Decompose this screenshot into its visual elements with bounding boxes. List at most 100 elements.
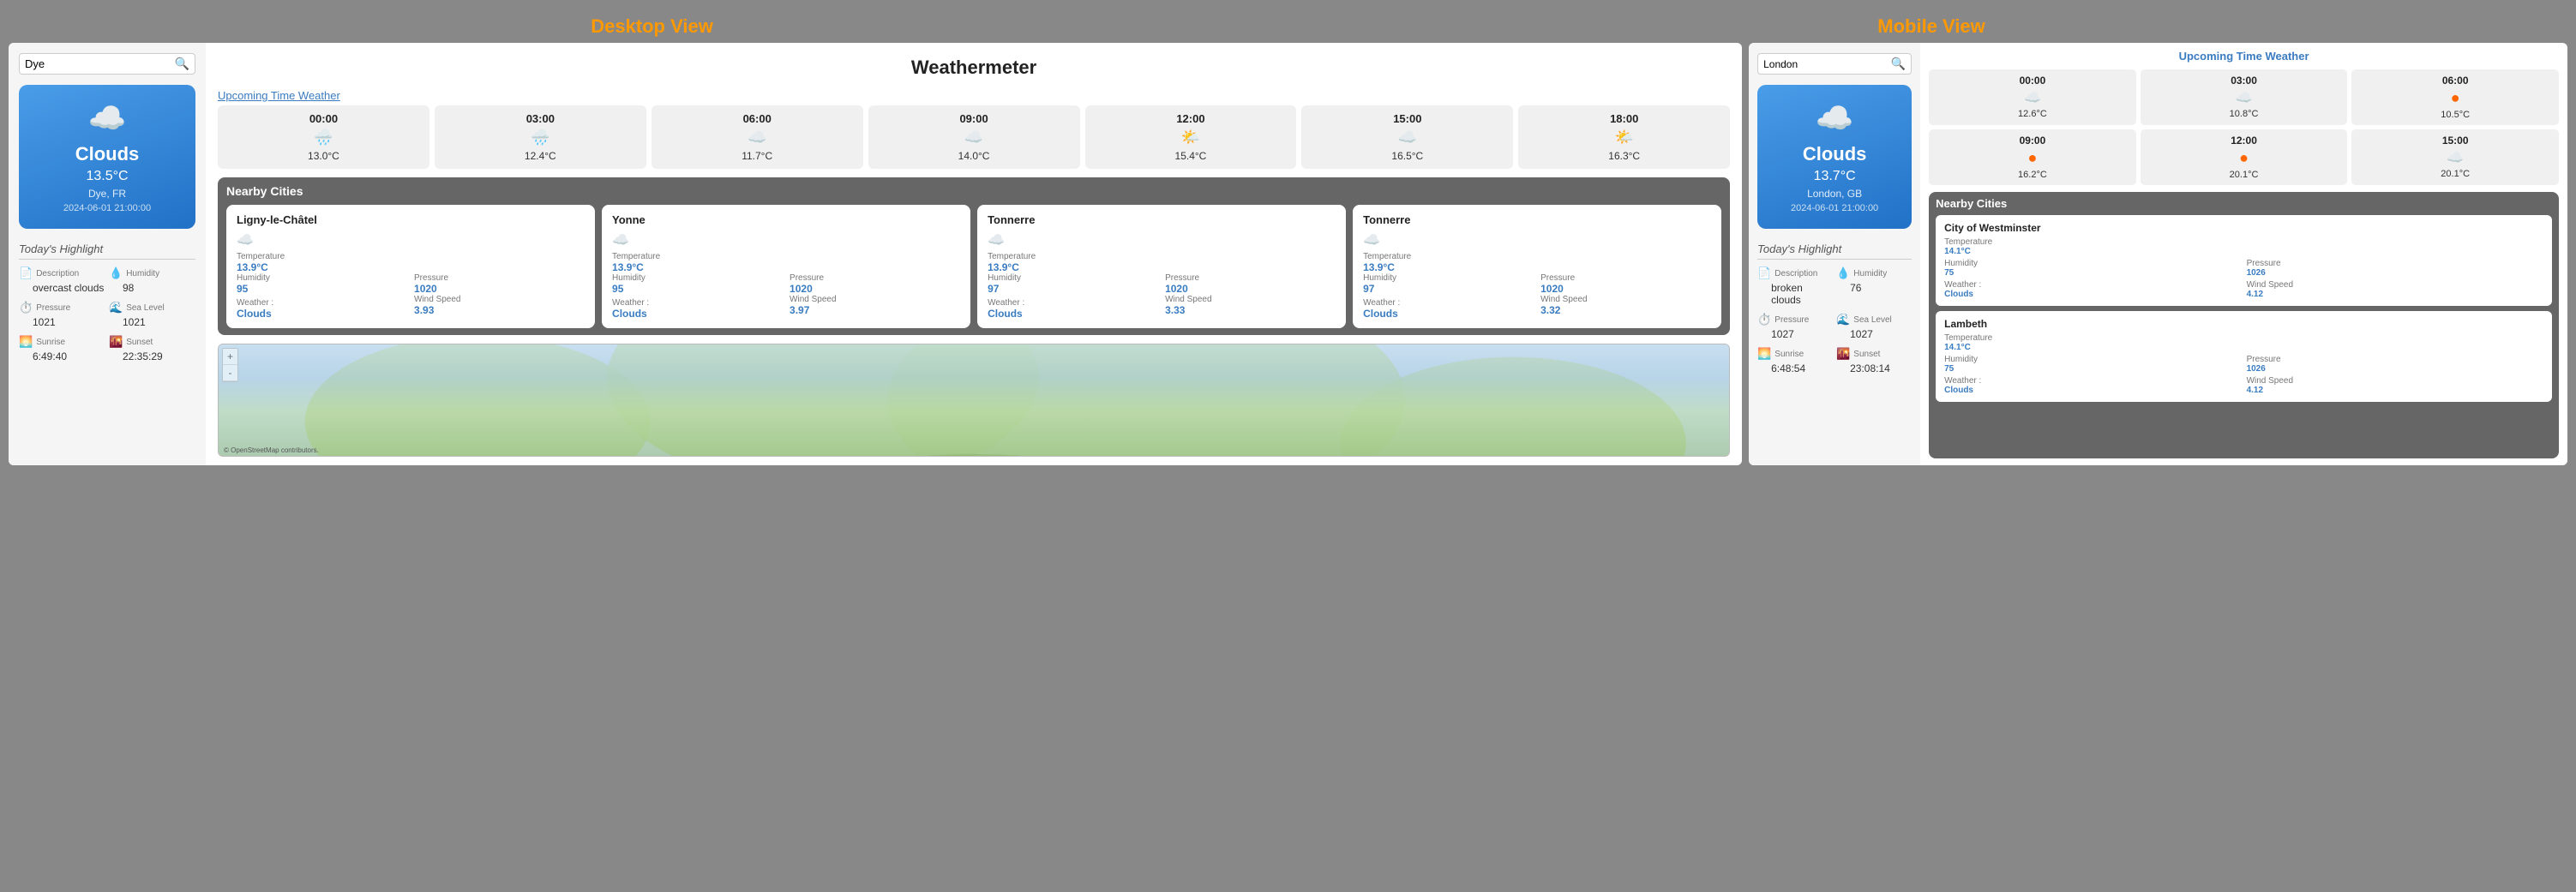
mobile-hourly-icon: ☁️	[2144, 89, 2345, 106]
mobile-humidity-icon: 💧	[1836, 266, 1850, 280]
hourly-icon: 🌤️	[1094, 129, 1288, 147]
desktop-weather-date: 2024-06-01 21:00:00	[63, 203, 151, 213]
mobile-highlight-sunset: 🌇 Sunset 23:08:14	[1836, 347, 1912, 374]
city-icon: ☁️	[988, 231, 1336, 248]
mobile-hourly-time: 00:00	[1932, 75, 2133, 87]
mobile-highlight-description: 📄 Description broken clouds	[1757, 266, 1833, 306]
city-name: Tonnerre	[988, 213, 1336, 226]
highlight-pressure: ⏱️ Pressure 1021	[19, 301, 105, 328]
desktop-search-icon[interactable]: 🔍	[175, 57, 189, 71]
city-temp: 13.9°C	[1363, 261, 1711, 273]
mobile-weather-name: Clouds	[1803, 143, 1867, 165]
map-placeholder: + - © OpenStreetMap contributo	[219, 344, 1729, 456]
mobile-hourly-card-4: 12:00 ● 20.1°C	[2141, 129, 2348, 185]
mobile-highlights-title: Today's Highlight	[1757, 242, 1912, 260]
sunrise-value: 6:49:40	[33, 350, 105, 362]
city-humidity: 95	[612, 283, 783, 295]
description-icon: 📄	[19, 266, 33, 280]
desktop-hourly-card-5: 15:00 ☁️ 16.5°C	[1301, 105, 1513, 169]
hourly-time: 03:00	[443, 112, 638, 125]
sea-level-value: 1021	[123, 316, 195, 328]
desktop-weather-card: ☁️ Clouds 13.5°C Dye, FR 2024-06-01 21:0…	[19, 85, 195, 229]
pressure-value: 1021	[33, 316, 105, 328]
city-pressure: 1020	[1165, 283, 1336, 295]
city-pressure: 1020	[414, 283, 585, 295]
sea-level-icon: 🌊	[109, 301, 123, 314]
desktop-hourly-card-3: 09:00 ☁️ 14.0°C	[868, 105, 1080, 169]
city-humidity: 95	[237, 283, 407, 295]
mobile-hourly-icon: ☁️	[1932, 89, 2133, 106]
mobile-hourly-time: 15:00	[2355, 135, 2555, 147]
mobile-weather-icon: ☁️	[1816, 100, 1854, 136]
desktop-weather-icon: ☁️	[88, 100, 127, 136]
mobile-hourly-time: 06:00	[2355, 75, 2555, 87]
mobile-left-panel: 🔍 ☁️ Clouds 13.7°C London, GB 2024-06-01…	[1749, 43, 1920, 465]
desktop-hourly-card-6: 18:00 🌤️ 16.3°C	[1518, 105, 1730, 169]
city-icon: ☁️	[1363, 231, 1711, 248]
mobile-hourly-card-2: 06:00 ● 10.5°C	[2351, 69, 2559, 125]
hourly-icon: 🌧️	[443, 129, 638, 147]
pressure-icon: ⏱️	[19, 301, 33, 314]
city-name: Ligny-le-Châtel	[237, 213, 585, 226]
desktop-map: + - © OpenStreetMap contributo	[218, 344, 1730, 457]
hourly-temp: 11.7°C	[660, 150, 855, 162]
mobile-weather-date: 2024-06-01 21:00:00	[1791, 203, 1878, 213]
mobile-hourly-time: 12:00	[2144, 135, 2345, 147]
desktop-search-input[interactable]	[25, 57, 175, 70]
desktop-weather-location: Dye, FR	[88, 188, 126, 200]
hourly-temp: 15.4°C	[1094, 150, 1288, 162]
city-icon: ☁️	[612, 231, 960, 248]
mobile-hourly-icon: ●	[2144, 149, 2345, 167]
mobile-nearby-cities: City of Westminster Temperature 14.1°C H…	[1936, 215, 2552, 402]
mobile-hourly-icon: ☁️	[2355, 149, 2555, 166]
mobile-highlight-sunrise: 🌅 Sunrise 6:48:54	[1757, 347, 1833, 374]
desktop-weather-temp: 13.5°C	[86, 169, 128, 184]
desktop-upcoming-title: Upcoming Time Weather	[218, 89, 1730, 102]
hourly-icon: 🌧️	[226, 129, 421, 147]
mobile-search-bar[interactable]: 🔍	[1757, 53, 1912, 75]
hourly-time: 00:00	[226, 112, 421, 125]
desktop-hourly-card-0: 00:00 🌧️ 13.0°C	[218, 105, 429, 169]
desktop-highlight-grid: 📄 Description overcast clouds 💧 Humidity…	[19, 266, 195, 362]
city-humidity: 97	[1363, 283, 1534, 295]
mobile-highlight-humidity: 💧 Humidity 76	[1836, 266, 1912, 306]
mobile-sunrise-icon: 🌅	[1757, 347, 1771, 361]
mobile-search-input[interactable]	[1763, 58, 1891, 70]
desktop-hourly-row: 00:00 🌧️ 13.0°C 03:00 🌧️ 12.4°C 06:00 ☁️…	[218, 105, 1730, 169]
mobile-hourly-grid: 00:00 ☁️ 12.6°C 03:00 ☁️ 10.8°C 06:00 ● …	[1929, 69, 2559, 185]
mobile-highlights: Today's Highlight 📄 Description broken c…	[1757, 242, 1912, 374]
mobile-right-panel: Upcoming Time Weather 00:00 ☁️ 12.6°C 03…	[1920, 43, 2567, 465]
desktop-highlights: Today's Highlight 📄 Description overcast…	[19, 242, 195, 362]
highlight-description: 📄 Description overcast clouds	[19, 266, 105, 294]
humidity-value: 98	[123, 282, 195, 294]
hourly-icon: 🌤️	[1527, 129, 1721, 147]
mobile-hourly-time: 09:00	[1932, 135, 2133, 147]
desktop-hourly-card-1: 03:00 🌧️ 12.4°C	[435, 105, 646, 169]
city-wind: 3.97	[790, 304, 960, 316]
mobile-hourly-card-5: 15:00 ☁️ 20.1°C	[2351, 129, 2559, 185]
desktop-weather-name: Clouds	[75, 143, 140, 165]
mobile-highlight-sea-level: 🌊 Sea Level 1027	[1836, 313, 1912, 340]
city-wind: 3.32	[1540, 304, 1711, 316]
hourly-time: 15:00	[1310, 112, 1504, 125]
mobile-city-name: City of Westminster	[1944, 222, 2543, 234]
highlight-humidity: 💧 Humidity 98	[109, 266, 195, 294]
mobile-sunrise-value: 6:48:54	[1771, 362, 1833, 374]
city-name: Yonne	[612, 213, 960, 226]
desktop-view-title: Desktop View	[591, 15, 713, 38]
city-pressure: 1020	[790, 283, 960, 295]
city-temp: 13.9°C	[612, 261, 960, 273]
mobile-search-icon[interactable]: 🔍	[1891, 57, 1906, 71]
mobile-city-card-1: Lambeth Temperature 14.1°C Humidity 75 P…	[1936, 311, 2552, 402]
mobile-hourly-card-1: 03:00 ☁️ 10.8°C	[2141, 69, 2348, 125]
desktop-view: 🔍 ☁️ Clouds 13.5°C Dye, FR 2024-06-01 21…	[9, 43, 1742, 465]
desktop-search-bar[interactable]: 🔍	[19, 53, 195, 75]
mobile-hourly-icon: ●	[2355, 89, 2555, 107]
desktop-hourly-card-4: 12:00 🌤️ 15.4°C	[1085, 105, 1297, 169]
hourly-icon: ☁️	[660, 129, 855, 147]
mobile-hourly-temp: 10.5°C	[2355, 110, 2555, 120]
mobile-hourly-temp: 20.1°C	[2144, 170, 2345, 180]
desktop-city-card-1: Yonne ☁️ Temperature 13.9°C Humidity 95 …	[602, 205, 970, 328]
sunset-value: 22:35:29	[123, 350, 195, 362]
mobile-description-value: broken clouds	[1771, 282, 1833, 306]
